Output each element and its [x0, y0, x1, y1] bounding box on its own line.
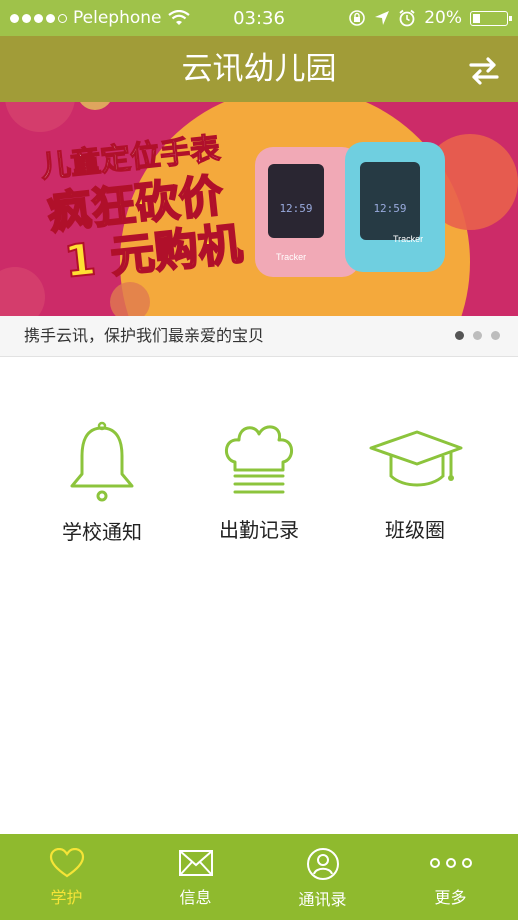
tab-label: 信息	[179, 888, 212, 907]
heart-icon	[49, 848, 84, 878]
feature-school-notice[interactable]: 学校通知	[22, 420, 182, 545]
tab-contacts[interactable]: 通讯录	[258, 834, 387, 920]
tab-label: 更多	[434, 888, 467, 907]
chef-hat-icon	[225, 425, 293, 494]
nav-bar: 云讯幼儿园	[0, 36, 518, 102]
location-arrow-icon	[375, 11, 390, 25]
alarm-clock-icon	[399, 9, 415, 27]
pager-dot[interactable]	[455, 331, 464, 340]
contact-icon	[306, 848, 339, 880]
banner-artwork: 12:59 Tracker 12:59 Tracker 儿童定位手表 疯狂砍价 …	[0, 102, 518, 316]
tab-xuehu[interactable]: 学护	[2, 834, 131, 920]
feature-grid: 学校通知 出勤记录 班级圈	[0, 420, 518, 550]
more-dots-icon	[429, 858, 472, 868]
promo-banner[interactable]: 12:59 Tracker 12:59 Tracker 儿童定位手表 疯狂砍价 …	[0, 102, 518, 316]
tab-label: 通讯录	[298, 890, 347, 909]
banner-pager[interactable]	[455, 331, 500, 340]
blue-watch-image: 12:59 Tracker	[345, 142, 445, 272]
bell-icon	[70, 421, 134, 502]
graduation-cap-icon	[369, 430, 463, 487]
pink-watch-time: 12:59	[279, 202, 312, 215]
feature-label: 班级圈	[385, 518, 445, 542]
blue-watch-time: 12:59	[373, 202, 406, 215]
status-bar: Pelephone 03:36 20%	[0, 0, 518, 36]
battery-icon	[470, 10, 512, 26]
tab-more[interactable]: 更多	[386, 834, 515, 920]
pink-watch-brand: Tracker	[276, 252, 306, 262]
blue-watch-brand: Tracker	[393, 234, 423, 244]
page-title: 云讯幼儿园	[181, 51, 337, 87]
pink-watch-image: 12:59 Tracker	[255, 147, 360, 277]
banner-caption: 携手云讯，保护我们最亲爱的宝贝	[24, 326, 265, 345]
status-right: 20%	[348, 0, 512, 36]
banner-caption-bar: 携手云讯，保护我们最亲爱的宝贝	[0, 316, 518, 357]
tab-messages[interactable]: 信息	[131, 834, 260, 920]
pager-dot[interactable]	[473, 331, 482, 340]
tab-bar: 学护 信息 通讯录 更多	[0, 834, 518, 920]
feature-label: 学校通知	[62, 520, 142, 544]
pager-dot[interactable]	[491, 331, 500, 340]
tab-label: 学护	[50, 888, 83, 907]
feature-label: 出勤记录	[219, 518, 299, 542]
rotation-lock-icon	[349, 10, 366, 26]
swap-arrows-icon[interactable]	[468, 54, 500, 86]
battery-percent: 20%	[424, 8, 462, 28]
envelope-icon	[178, 850, 213, 876]
feature-class-circle[interactable]: 班级圈	[335, 420, 495, 543]
feature-attendance[interactable]: 出勤记录	[179, 420, 339, 543]
